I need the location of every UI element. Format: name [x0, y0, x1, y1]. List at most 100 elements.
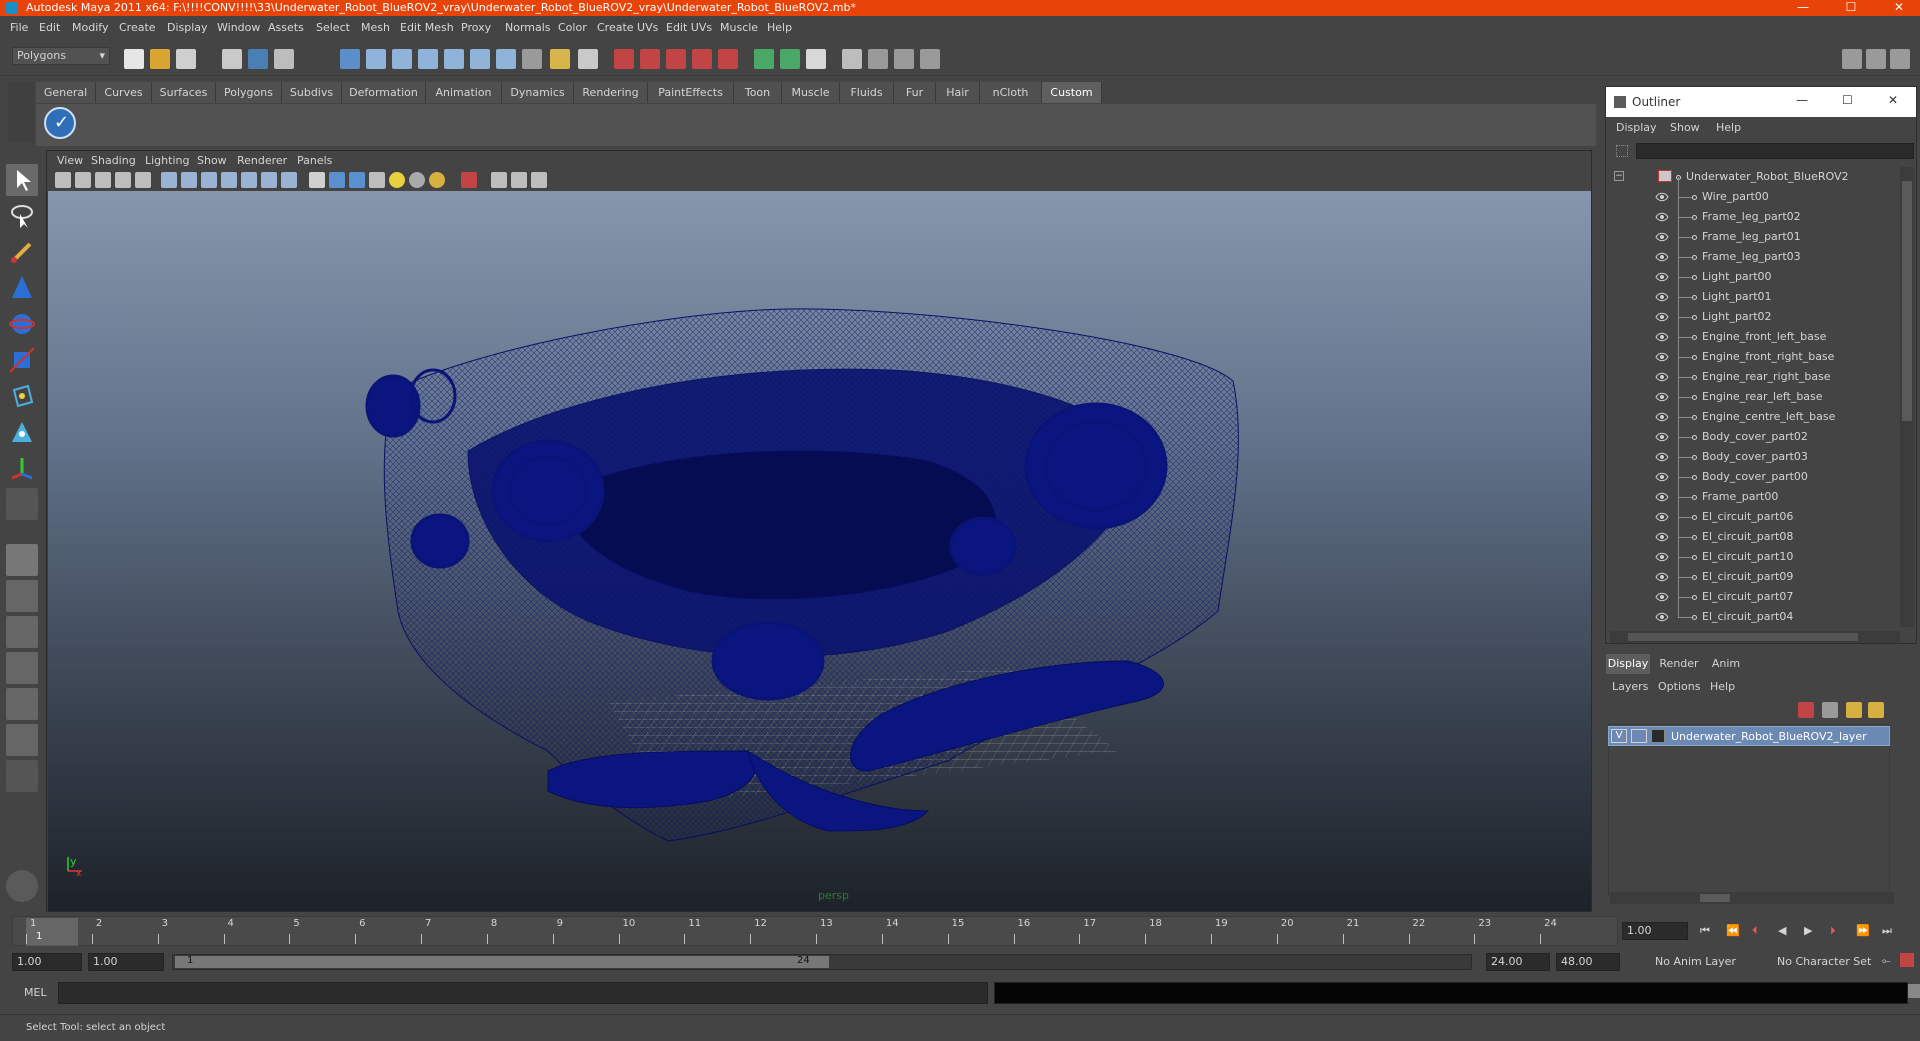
viewport-menu-shading[interactable]: Shading: [91, 154, 136, 167]
snap-point-icon[interactable]: [392, 49, 412, 69]
panel-layout-icon[interactable]: [842, 49, 862, 69]
tab-ncloth[interactable]: nCloth: [980, 82, 1042, 103]
outliner-item-row[interactable]: Body_cover_part00: [1606, 467, 1898, 487]
camera-attributes-icon[interactable]: [75, 172, 91, 188]
custom-shelf-button[interactable]: ✓: [44, 107, 76, 139]
shadows-icon[interactable]: [409, 172, 425, 188]
shelf-menu-handle[interactable]: [8, 82, 34, 142]
outliner-item-row[interactable]: Light_part01: [1606, 287, 1898, 307]
snap-view-plane-icon[interactable]: [418, 49, 438, 69]
outliner-item-row[interactable]: Frame_leg_part03: [1606, 247, 1898, 267]
menuset-dropdown[interactable]: Polygons ▾: [12, 47, 110, 65]
tab-custom[interactable]: Custom: [1042, 82, 1102, 103]
close-button[interactable]: ✕: [1882, 0, 1916, 16]
menu-modify[interactable]: Modify: [72, 16, 108, 40]
input-ops-icon[interactable]: [470, 49, 490, 69]
safe-title-icon[interactable]: [281, 172, 297, 188]
minimize-button[interactable]: —: [1786, 0, 1820, 16]
viewport-canvas[interactable]: y x persp: [48, 191, 1591, 911]
ipr-render-icon[interactable]: [640, 49, 660, 69]
select-object-icon[interactable]: [248, 49, 268, 69]
layer-menu-options[interactable]: Options: [1658, 680, 1700, 693]
menu-display[interactable]: Display: [167, 16, 208, 40]
outliner-minimize-button[interactable]: —: [1796, 93, 1808, 107]
layer-scroll-thumb[interactable]: [1700, 894, 1730, 902]
outliner-horizontal-scrollbar[interactable]: [1610, 631, 1900, 643]
step-forward-key-icon[interactable]: ⏩: [1856, 924, 1870, 937]
render-frame-icon[interactable]: [614, 49, 634, 69]
outliner-item-row[interactable]: Engine_rear_right_base: [1606, 367, 1898, 387]
viewport-menu-renderer[interactable]: Renderer: [237, 154, 287, 167]
new-empty-layer-icon[interactable]: [1822, 702, 1838, 718]
range-slider-handle[interactable]: 1 24: [175, 955, 829, 968]
collapse-toggle-icon[interactable]: −: [1614, 171, 1624, 181]
last-used-tool-icon[interactable]: [6, 488, 38, 520]
play-forward-icon[interactable]: ▶: [1804, 924, 1812, 937]
layout-persp-uv-icon[interactable]: [6, 724, 38, 756]
make-live-icon[interactable]: [444, 49, 464, 69]
xray-components-icon[interactable]: [531, 172, 547, 188]
outliner-item-row[interactable]: El_circuit_part07: [1606, 587, 1898, 607]
outliner-root-row[interactable]: − Underwater_Robot_BlueROV2: [1606, 167, 1898, 187]
layer-tab-render[interactable]: Render: [1656, 654, 1702, 674]
hypershade-icon[interactable]: [692, 49, 712, 69]
outliner-item-row[interactable]: Light_part02: [1606, 307, 1898, 327]
tab-polygons[interactable]: Polygons: [216, 82, 282, 103]
auto-key-icon[interactable]: ⟜: [1882, 954, 1891, 968]
attribute-editor-icon[interactable]: [754, 49, 774, 69]
step-back-key-icon[interactable]: ⏪: [1726, 924, 1740, 937]
show-tool-settings-icon[interactable]: [1866, 49, 1886, 69]
tab-animation[interactable]: Animation: [426, 82, 502, 103]
filter-icon[interactable]: [1616, 145, 1628, 157]
save-scene-icon[interactable]: [176, 49, 196, 69]
tab-toon[interactable]: Toon: [734, 82, 782, 103]
channel-box-icon[interactable]: [780, 49, 800, 69]
outliner-item-row[interactable]: Frame_leg_part01: [1606, 227, 1898, 247]
start-time-field[interactable]: 1.00: [12, 953, 82, 971]
layer-horizontal-scrollbar[interactable]: [1610, 892, 1894, 904]
menu-edit-mesh[interactable]: Edit Mesh: [400, 16, 454, 40]
smooth-shade-icon[interactable]: [329, 172, 345, 188]
outliner-item-row[interactable]: El_circuit_part04: [1606, 607, 1898, 627]
outliner-item-row[interactable]: Body_cover_part02: [1606, 427, 1898, 447]
tab-deformation[interactable]: Deformation: [342, 82, 426, 103]
menu-muscle[interactable]: Muscle: [720, 16, 758, 40]
menu-normals[interactable]: Normals: [505, 16, 551, 40]
tab-muscle[interactable]: Muscle: [782, 82, 840, 103]
tab-rendering[interactable]: Rendering: [574, 82, 648, 103]
tab-fluids[interactable]: Fluids: [840, 82, 894, 103]
layer-color-swatch[interactable]: [1651, 729, 1665, 743]
outliner-item-row[interactable]: El_circuit_part06: [1606, 507, 1898, 527]
lock-icon[interactable]: [550, 49, 570, 69]
menu-select[interactable]: Select: [316, 16, 350, 40]
tab-fur[interactable]: Fur: [894, 82, 936, 103]
menu-assets[interactable]: Assets: [268, 16, 304, 40]
outliner-item-row[interactable]: Frame_leg_part02: [1606, 207, 1898, 227]
step-back-frame-icon[interactable]: ⏴: [1752, 924, 1758, 938]
playback-end-field[interactable]: 24.00: [1486, 953, 1550, 971]
outliner-item-row[interactable]: El_circuit_part10: [1606, 547, 1898, 567]
layout-four-pane-icon[interactable]: [6, 580, 38, 612]
show-channel-box-icon[interactable]: [1890, 49, 1910, 69]
script-editor-button-icon[interactable]: [1908, 984, 1920, 998]
tab-curves[interactable]: Curves: [96, 82, 152, 103]
outliner-item-row[interactable]: Engine_centre_left_base: [1606, 407, 1898, 427]
layout-persp-graph-icon[interactable]: [6, 652, 38, 684]
outliner-vertical-scrollbar[interactable]: [1900, 167, 1914, 627]
output-ops-icon[interactable]: [496, 49, 516, 69]
xray-icon[interactable]: [491, 172, 507, 188]
playback-start-field[interactable]: 1.00: [88, 953, 164, 971]
layer-menu-help[interactable]: Help: [1710, 680, 1735, 693]
outliner-scroll-thumb[interactable]: [1902, 181, 1912, 421]
move-layer-down-icon[interactable]: [1868, 702, 1884, 718]
menu-window[interactable]: Window: [217, 16, 260, 40]
safe-action-icon[interactable]: [261, 172, 277, 188]
use-all-lights-icon[interactable]: [389, 172, 405, 188]
outliner-search-field[interactable]: [1636, 143, 1914, 159]
soft-modification-tool-icon[interactable]: [6, 416, 38, 448]
viewport-menu-panels[interactable]: Panels: [297, 154, 332, 167]
paint-select-tool-icon[interactable]: [6, 236, 38, 268]
outliner-maximize-button[interactable]: ☐: [1842, 93, 1853, 107]
select-component-icon[interactable]: [274, 49, 294, 69]
tab-surfaces[interactable]: Surfaces: [152, 82, 216, 103]
